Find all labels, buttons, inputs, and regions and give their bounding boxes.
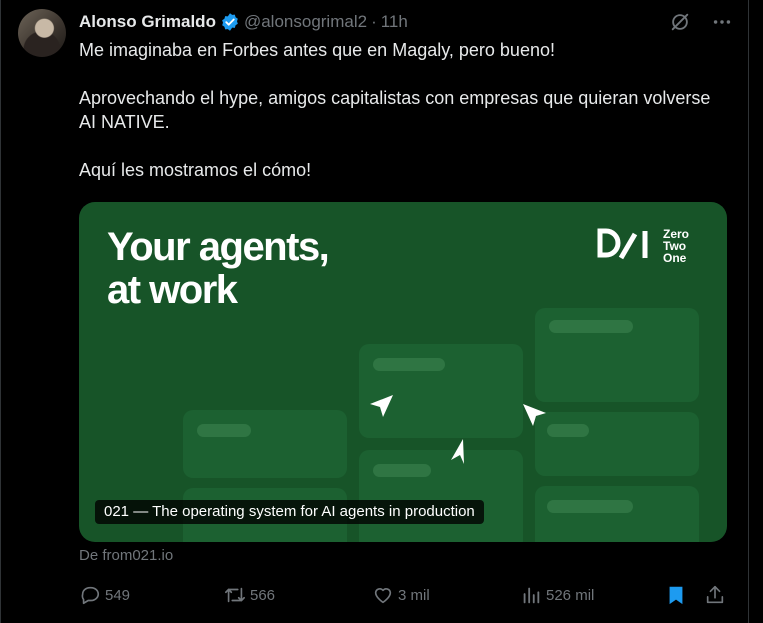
repost-count: 566	[250, 586, 276, 604]
card-caption[interactable]: 021 — The operating system for AI agents…	[95, 500, 484, 524]
action-bar: 549 566 3 mil 526 mil	[79, 583, 729, 607]
card-headline-line: Your agents,	[107, 225, 330, 269]
author-handle[interactable]: @alonsogrimal2	[244, 12, 367, 32]
verified-icon	[222, 13, 238, 31]
zero-two-one-logo-icon	[597, 228, 648, 260]
card-bar	[547, 500, 633, 513]
cursor-icon	[451, 439, 464, 464]
repost-icon	[225, 587, 245, 603]
views-button[interactable]: 526 mil	[520, 583, 594, 607]
card-headline-line: at work	[107, 268, 238, 312]
tweet[interactable]: Alonso Grimaldo @alonsogrimal2 · 11h Me …	[0, 0, 763, 623]
like-button[interactable]: 3 mil	[372, 583, 430, 607]
tweet-paragraph: Aprovechando el hype, amigos capitalista…	[79, 88, 711, 132]
card-bar	[373, 464, 431, 477]
like-count: 3 mil	[398, 586, 430, 604]
share-button[interactable]	[704, 583, 726, 607]
author-name[interactable]: Alonso Grimaldo	[79, 12, 216, 32]
card-bar	[197, 424, 251, 437]
share-icon	[706, 585, 724, 604]
brand-logo: Zero Two One	[597, 228, 689, 264]
tweet-header: Alonso Grimaldo @alonsogrimal2 · 11h	[79, 11, 408, 33]
top-actions	[668, 10, 734, 34]
views-count: 526 mil	[546, 586, 595, 604]
views-icon	[523, 587, 540, 604]
card-tile	[535, 486, 699, 542]
reply-icon	[81, 586, 100, 605]
more-icon[interactable]	[710, 10, 734, 34]
left-border	[0, 0, 1, 623]
card-headline: Your agents, at work	[107, 225, 330, 312]
card-tile	[183, 410, 347, 478]
cursor-icon	[523, 404, 546, 426]
bookmark-button[interactable]	[665, 583, 687, 607]
like-icon	[374, 588, 392, 604]
timestamp[interactable]: 11h	[381, 12, 408, 32]
card-bar	[373, 358, 445, 371]
cursor-icon	[370, 395, 393, 417]
brand-wordmark: Zero Two One	[663, 228, 689, 264]
tweet-paragraph: Aquí les mostramos el cómo!	[79, 160, 312, 180]
grok-icon[interactable]	[668, 10, 692, 34]
brand-word: One	[663, 251, 687, 265]
card-tile	[535, 412, 699, 476]
separator-dot: ·	[371, 12, 377, 31]
card-bar	[549, 320, 633, 333]
reply-button[interactable]: 549	[79, 583, 130, 607]
tweet-paragraph: Me imaginaba en Forbes antes que en Maga…	[79, 40, 555, 60]
bookmark-icon	[669, 586, 683, 605]
link-card[interactable]: Your agents, at work Zero Two One 021 — …	[79, 202, 727, 542]
right-border	[748, 0, 749, 623]
card-tile	[359, 450, 523, 542]
card-tile	[535, 308, 699, 402]
card-tile	[359, 344, 523, 438]
avatar[interactable]	[18, 9, 66, 57]
repost-button[interactable]: 566	[224, 583, 275, 607]
card-source[interactable]: De from021.io	[79, 547, 173, 564]
tweet-text: Me imaginaba en Forbes antes que en Maga…	[79, 38, 719, 182]
reply-count: 549	[105, 586, 131, 604]
card-bar	[547, 424, 589, 437]
